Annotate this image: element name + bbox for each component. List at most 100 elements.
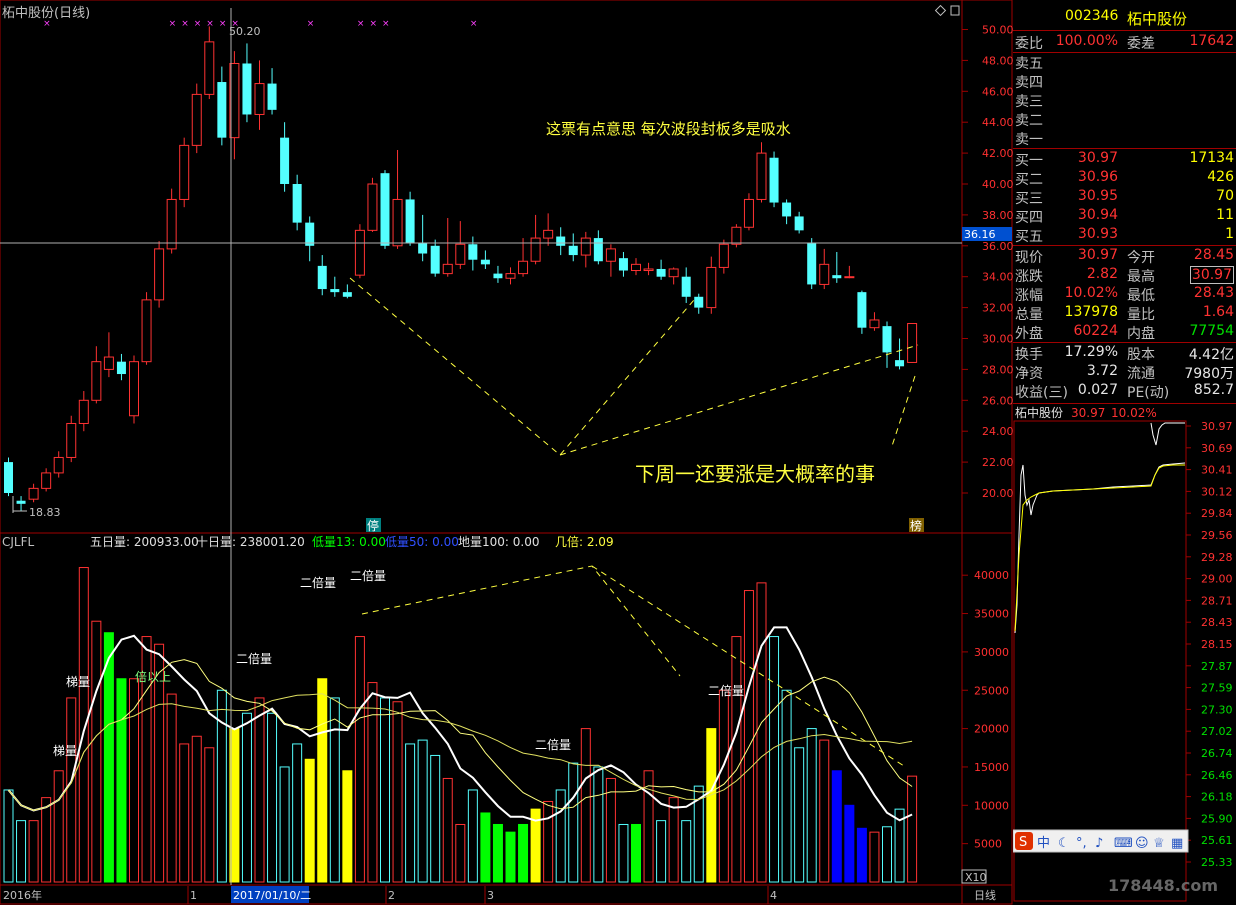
stat-value: 137978: [1064, 304, 1118, 320]
bid-vol: 1: [1225, 226, 1234, 242]
candle-body: [41, 472, 52, 489]
candle-body: [568, 245, 578, 256]
candle-body: [743, 198, 754, 228]
candle-body: [832, 275, 842, 279]
intraday-tick: 28.43: [1201, 616, 1233, 629]
volume-bar: [819, 739, 830, 883]
ladder-label-2: 梯量: [53, 744, 77, 758]
limit-up-mark: ×: [181, 19, 189, 29]
stat-label: 净资: [1015, 366, 1043, 382]
weicha-label: 委差: [1127, 36, 1155, 52]
quote-panel: 002346 柘中股份 委比 100.00% 委差 17642 卖五 卖四 卖三…: [1013, 0, 1236, 420]
stock-code: 002346: [1065, 8, 1119, 24]
volume-bar: [116, 678, 127, 883]
bid-vol: 17134: [1189, 150, 1234, 166]
candle-body: [668, 268, 679, 278]
ten-day-vol: 十日量: 238001.20: [196, 535, 305, 549]
candle-body: [605, 248, 616, 262]
candle-body: [154, 248, 165, 301]
volume-bar: [543, 800, 554, 883]
moon-icon[interactable]: ☾: [1058, 836, 1070, 851]
stat-label: 外盘: [1015, 326, 1043, 342]
axis-unit: X10: [965, 871, 987, 884]
candle-body: [656, 268, 666, 277]
low-marker: 18.83: [29, 506, 61, 519]
candle-body: [618, 258, 628, 271]
date-label-1: 1: [190, 889, 197, 902]
stat-value: 0.027: [1077, 382, 1118, 398]
price-tick: 44.00: [982, 116, 1013, 129]
double-label-1: 二倍量: [236, 651, 272, 666]
volume-tick: 35000: [974, 608, 1009, 621]
diamond-icon[interactable]: [934, 4, 947, 17]
candle-body: [305, 222, 315, 246]
candle-body: [530, 237, 541, 262]
intraday-tick: 26.18: [1201, 791, 1233, 804]
volume-bar: [568, 762, 579, 883]
user-icon[interactable]: ☺: [1135, 836, 1149, 851]
annotation-bottom: 下周一还要涨是大概率的事: [635, 462, 875, 486]
stat-value: 30.97: [1077, 247, 1118, 263]
stat-value: 30.97: [1189, 266, 1234, 284]
candle-body: [882, 326, 892, 353]
intraday-tick: 26.46: [1201, 769, 1233, 782]
price-tick: 22.00: [982, 456, 1013, 469]
candle-body: [844, 276, 855, 279]
volume-bar: [91, 620, 102, 883]
intraday-tick: 25.61: [1201, 834, 1233, 847]
candle-body: [91, 361, 102, 401]
candle-body: [556, 236, 566, 246]
volume-bar: [191, 735, 202, 883]
double-label-4: 二倍量: [535, 737, 571, 752]
stat-value: 28.43: [1193, 285, 1234, 301]
volume-bar: [555, 789, 566, 883]
intraday-tick: 29.00: [1201, 573, 1233, 586]
volume-bar: [831, 770, 842, 883]
candle-body: [217, 82, 227, 138]
candle-body: [643, 268, 654, 272]
volume-bar: [844, 804, 855, 883]
stat-value: 17.29%: [1064, 344, 1118, 360]
volume-bar: [467, 789, 478, 883]
bid-label: 买四: [1015, 210, 1043, 226]
punct-icon[interactable]: °,: [1076, 836, 1087, 851]
ask-label: 卖五: [1015, 56, 1043, 72]
date-label-5: 4: [770, 889, 777, 902]
volume-bar: [869, 831, 880, 883]
candle-body: [418, 242, 428, 254]
intraday-tick: 27.30: [1201, 703, 1233, 716]
volume-bar: [442, 777, 453, 883]
bid-price: 30.95: [1077, 188, 1118, 204]
candle-body: [731, 226, 742, 245]
volume-bar: [731, 636, 742, 883]
intraday-tick: 30.97: [1201, 420, 1233, 433]
square-icon[interactable]: [950, 5, 960, 16]
bid-label: 买二: [1015, 172, 1043, 188]
volume-bar: [656, 820, 667, 883]
ask-label: 卖三: [1015, 94, 1043, 110]
candle-body: [857, 292, 867, 328]
grid-icon[interactable]: ▦: [1171, 836, 1183, 851]
keyboard-icon[interactable]: ⌨: [1114, 836, 1133, 851]
candle-body: [204, 41, 215, 95]
zh-toggle[interactable]: 中: [1037, 836, 1050, 851]
stat-value: 3.72: [1086, 363, 1118, 379]
ime-toolbar[interactable]: S 中 ☾ °, ♪ ⌨ ☺ ♕ ▦: [1013, 829, 1189, 853]
candle-body: [166, 198, 177, 250]
intraday-tick: 28.15: [1201, 638, 1233, 651]
kline-chart[interactable]: 50.00 48.00 46.00 44.00 42.00 40.00 38.00 36.00…: [0, 0, 1013, 905]
mic-icon[interactable]: ♪: [1095, 836, 1103, 851]
stat-label: 最高: [1127, 269, 1155, 285]
volume-bar: [254, 697, 265, 883]
chart-title: 柘中股份(日线): [2, 6, 90, 21]
volume-bar: [329, 697, 340, 883]
stat-label: 内盘: [1127, 326, 1155, 342]
shirt-icon[interactable]: ♕: [1153, 836, 1165, 851]
candle-body: [430, 245, 440, 274]
intraday-chart[interactable]: 柘中股份 30.97 10.02% 30.97 30.69 30.41 30.12 29…: [1013, 405, 1236, 905]
bid-price: 30.96: [1077, 169, 1118, 185]
volume-bar: [480, 812, 491, 883]
price-tick: 40.00: [982, 178, 1013, 191]
intraday-tick: 26.74: [1201, 747, 1233, 760]
price-tick: 26.00: [982, 394, 1013, 407]
